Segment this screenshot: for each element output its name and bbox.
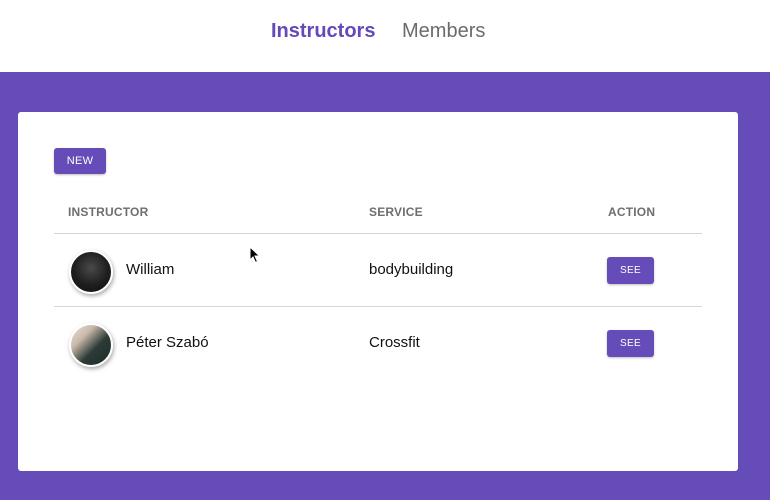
tab-instructors[interactable]: Instructors: [271, 19, 375, 43]
instructor-name: Péter Szabó: [126, 334, 209, 351]
new-instructor-button[interactable]: NEW: [54, 148, 106, 174]
instructor-service: bodybuilding: [369, 261, 454, 278]
top-navigation: Instructors Members: [0, 0, 770, 72]
table-row: William bodybuilding SEE: [54, 234, 702, 306]
column-header-action: ACTION: [608, 205, 656, 219]
instructor-service: Crossfit: [369, 334, 420, 351]
avatar: [69, 323, 113, 367]
column-header-service: SERVICE: [369, 205, 423, 219]
instructor-name: William: [126, 261, 175, 278]
tab-members[interactable]: Members: [402, 19, 485, 43]
see-button[interactable]: SEE: [607, 257, 654, 284]
instructors-card: NEW INSTRUCTOR SERVICE ACTION William bo…: [18, 112, 738, 471]
see-button[interactable]: SEE: [607, 330, 654, 357]
table-row: Péter Szabó Crossfit SEE: [54, 307, 702, 379]
column-header-instructor: INSTRUCTOR: [68, 205, 149, 219]
avatar: [69, 250, 113, 294]
